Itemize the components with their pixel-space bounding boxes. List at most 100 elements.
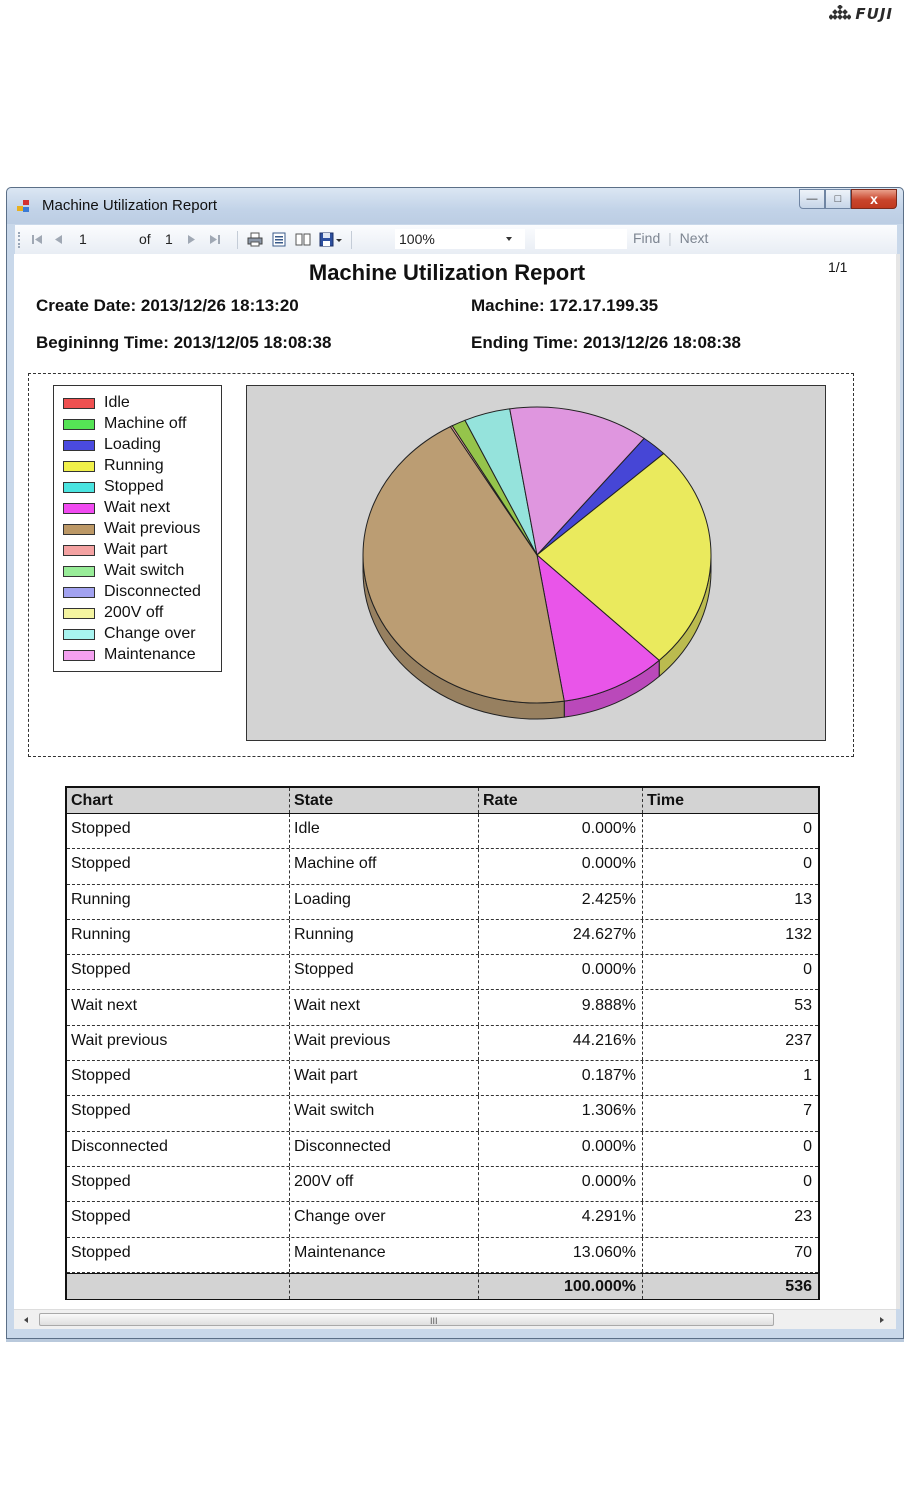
legend-swatch [63, 439, 95, 451]
toolbar-separator [237, 231, 238, 249]
table-row: Stopped Idle 0.000% 0 [67, 814, 818, 850]
legend-swatch [63, 460, 95, 472]
last-page-icon[interactable] [207, 232, 223, 247]
cell-chart: Stopped [71, 820, 131, 837]
legend-label: Wait next [104, 499, 171, 516]
cell-state: Wait next [289, 990, 478, 1025]
cell-state: Loading [289, 884, 478, 919]
cell-state: 200V off [289, 1167, 478, 1202]
scroll-right-icon[interactable] [876, 1314, 888, 1326]
close-button[interactable]: x [851, 189, 897, 209]
utilization-table: Chart State Rate Time Stopped Idle 0.000% 0… [65, 786, 820, 1300]
legend-item: Idle [63, 393, 130, 413]
legend-swatch [63, 418, 95, 430]
cell-state: Idle [289, 814, 478, 849]
cell-time: 7 [642, 1096, 818, 1131]
legend-swatch [63, 502, 95, 514]
legend-item: Wait switch [63, 561, 184, 581]
cell-time: 0 [642, 955, 818, 990]
cell-rate: 0.187% [478, 1061, 642, 1096]
fuji-diamond-icon [829, 5, 852, 20]
legend-label: Wait switch [104, 562, 185, 579]
page-of-label: of [139, 231, 151, 247]
cell-state: Machine off [289, 849, 478, 884]
cell-rate: 9.888% [478, 990, 642, 1025]
export-icon[interactable] [319, 232, 335, 247]
table-header-row: Chart State Rate Time [67, 788, 818, 814]
table-row: Stopped Machine off 0.000% 0 [67, 849, 818, 885]
scrollbar-thumb[interactable]: III [39, 1313, 774, 1326]
chevron-down-icon [506, 237, 512, 241]
table-row: Running Loading 2.425% 13 [67, 884, 818, 920]
cell-time: 0 [642, 1131, 818, 1166]
table-row: Stopped Stopped 0.000% 0 [67, 955, 818, 991]
cell-time: 0 [642, 1167, 818, 1202]
cell-state: Change over [289, 1202, 478, 1237]
toolbar-grip[interactable] [18, 232, 23, 248]
cell-time: 23 [642, 1202, 818, 1237]
cell-chart: Wait next [71, 996, 138, 1014]
find-next-button[interactable]: Next [680, 230, 709, 246]
cell-rate: 0.000% [478, 849, 642, 884]
cell-chart: Stopped [71, 1067, 131, 1085]
zoom-select[interactable]: 100% [395, 229, 525, 249]
cell-state: Running [289, 919, 478, 955]
legend-swatch [63, 481, 95, 493]
create-date: Create Date: 2013/12/26 18:13:20 [36, 296, 299, 315]
table-row: Stopped Wait part 0.187% 1 [67, 1061, 818, 1097]
header-state: State [289, 788, 478, 813]
legend-label: Loading [104, 436, 161, 453]
minimize-icon: — [806, 193, 818, 205]
find-controls: Find | Next [633, 230, 708, 246]
cell-state: Stopped [289, 955, 478, 990]
vertical-edge [896, 254, 900, 1309]
cell-rate: 44.216% [478, 1025, 642, 1061]
cell-chart: Running [71, 890, 131, 908]
print-layout-icon[interactable] [271, 232, 287, 247]
cell-rate: 0.000% [478, 955, 642, 990]
find-input[interactable] [535, 229, 627, 249]
first-page-icon[interactable] [29, 232, 45, 247]
previous-page-icon[interactable] [51, 232, 67, 247]
cell-rate: 13.060% [478, 1237, 642, 1272]
legend-item: 200V off [63, 603, 163, 623]
legend-label: Machine off [104, 415, 187, 432]
cell-time: 13 [642, 884, 818, 919]
find-button[interactable]: Find [633, 230, 660, 246]
close-icon: x [870, 191, 878, 207]
scroll-left-icon[interactable] [20, 1314, 32, 1326]
table-row: Running Running 24.627% 132 [67, 919, 818, 956]
find-separator: | [668, 230, 672, 246]
legend-item: Loading [63, 435, 161, 455]
legend-swatch [63, 649, 95, 661]
table-row: Disconnected Disconnected 0.000% 0 [67, 1131, 818, 1167]
machine-address: Machine: 172.17.199.35 [471, 296, 659, 315]
header-rate: Rate [478, 788, 642, 813]
maximize-button[interactable]: □ [825, 189, 851, 209]
total-time: 536 [642, 1273, 818, 1299]
legend-item: Wait next [63, 498, 170, 518]
cell-rate: 24.627% [478, 919, 642, 955]
cell-time: 1 [642, 1061, 818, 1096]
cell-chart: Stopped [71, 855, 131, 873]
export-dropdown-icon[interactable] [335, 232, 343, 247]
legend-label: Running [104, 457, 164, 474]
title-bar[interactable]: Machine Utilization Report — □ x [7, 188, 903, 224]
cell-rate: 0.000% [478, 1167, 642, 1202]
pie-chart [362, 406, 712, 720]
next-page-icon[interactable] [183, 232, 199, 247]
cell-time: 0 [642, 814, 818, 849]
minimize-button[interactable]: — [799, 189, 825, 209]
total-empty-cell [289, 1273, 478, 1299]
horizontal-scrollbar[interactable]: III [14, 1309, 896, 1329]
cell-state: Maintenance [289, 1237, 478, 1272]
page-setup-icon[interactable] [295, 232, 311, 247]
legend-swatch [63, 523, 95, 535]
legend-swatch [63, 628, 95, 640]
table-row: Stopped Maintenance 13.060% 70 [67, 1237, 818, 1273]
header-chart: Chart [71, 792, 113, 809]
total-pages: 1 [165, 231, 173, 247]
print-icon[interactable] [247, 232, 263, 247]
legend-item: Wait previous [63, 519, 200, 539]
current-page-input[interactable]: 1 [79, 231, 87, 247]
